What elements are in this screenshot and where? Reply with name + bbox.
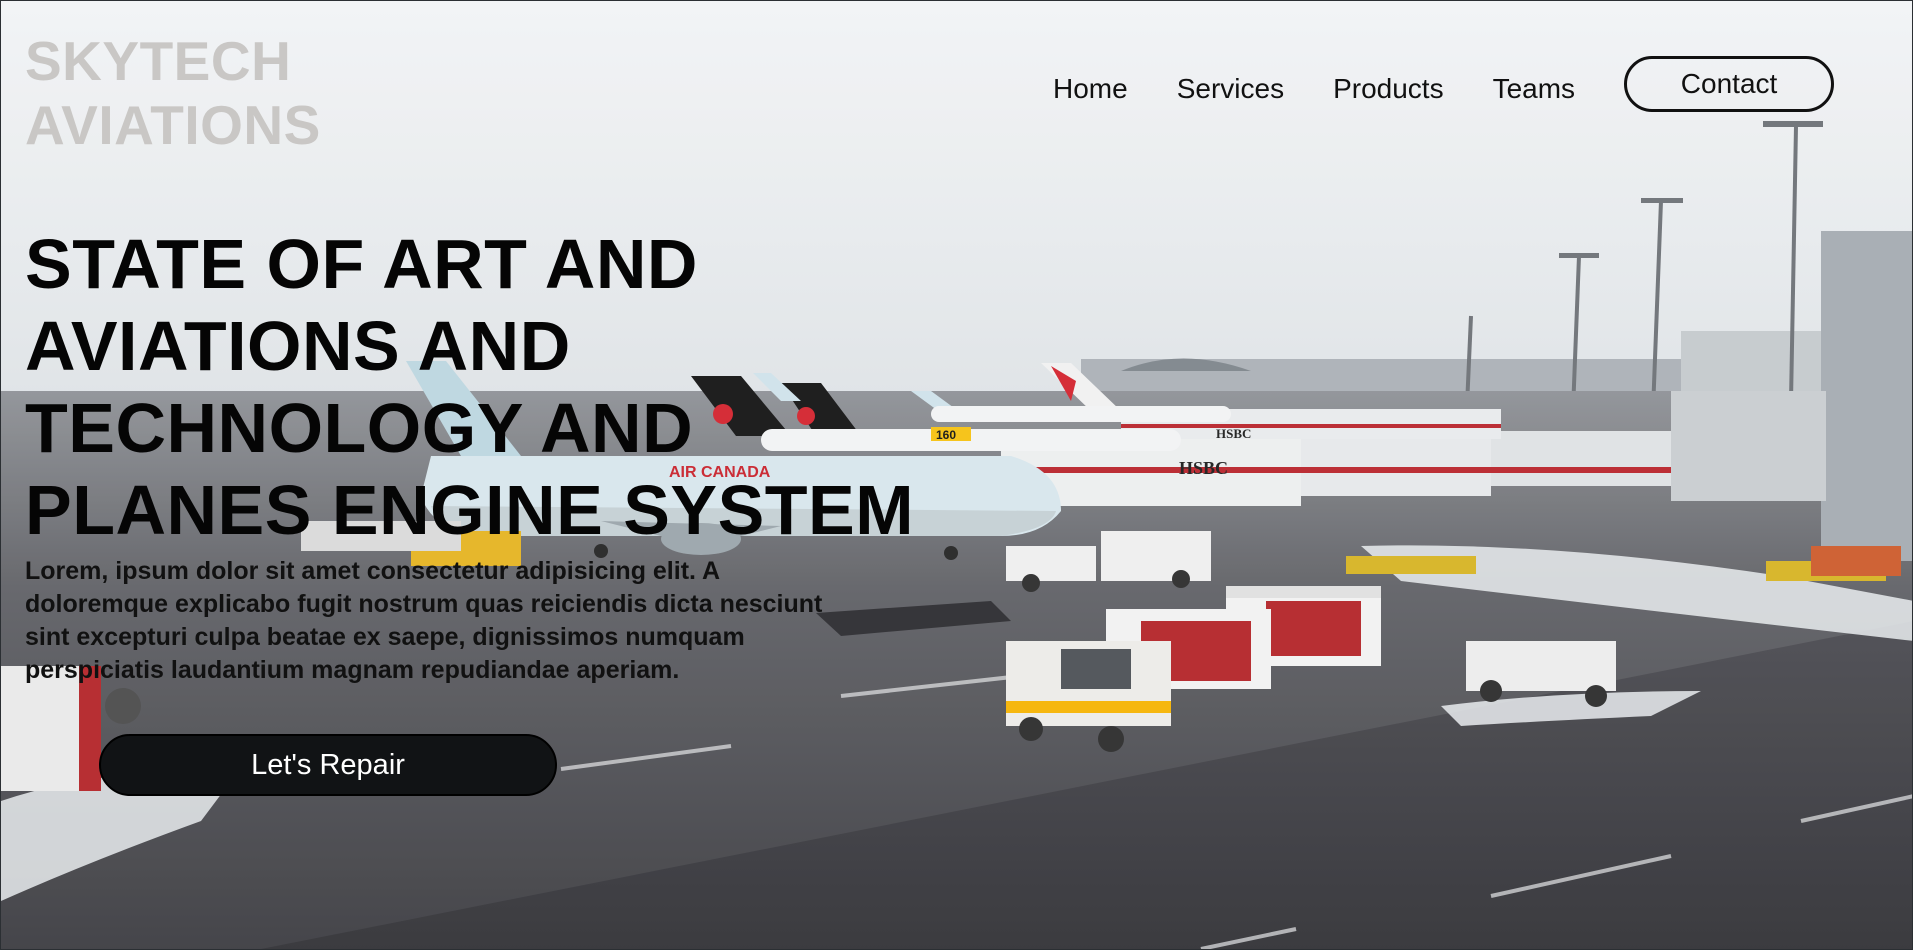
- hero-headline-line: STATE OF ART AND: [25, 225, 698, 303]
- lets-repair-button[interactable]: Let's Repair: [99, 734, 557, 796]
- hero-section: HSBC HSBC 160 AIR CANADA SKYTECH AVIATIO…: [0, 0, 1913, 950]
- nav-item-services[interactable]: Services: [1177, 73, 1284, 105]
- contact-button[interactable]: Contact: [1624, 56, 1835, 112]
- hero-description: Lorem, ipsum dolor sit amet consectetur …: [25, 555, 985, 687]
- nav-item-products[interactable]: Products: [1333, 73, 1444, 105]
- hero-headline-line: AVIATIONS AND: [25, 307, 571, 385]
- hero-headline-line: TECHNOLOGY AND: [25, 389, 694, 467]
- hero-headline-line: PLANES ENGINE SYSTEM: [25, 471, 915, 549]
- hero-description-line: sint excepturi culpa beatae ex saepe, di…: [25, 623, 745, 651]
- main-navigation: Home Services Products Teams Contact: [1053, 56, 1835, 112]
- nav-item-teams[interactable]: Teams: [1493, 73, 1575, 105]
- hero-description-line: perspiciatis laudantium magnam repudiand…: [25, 656, 680, 684]
- nav-item-home[interactable]: Home: [1053, 73, 1128, 105]
- brand-logo[interactable]: SKYTECH AVIATIONS: [25, 29, 321, 157]
- hero-description-line: Lorem, ipsum dolor sit amet consectetur …: [25, 557, 721, 585]
- brand-name-line-2: AVIATIONS: [25, 94, 321, 156]
- hero-description-line: doloremque explicabo fugit nostrum quas …: [25, 590, 823, 618]
- brand-name-line-1: SKYTECH: [25, 30, 292, 92]
- hero-headline: STATE OF ART AND AVIATIONS AND TECHNOLOG…: [25, 223, 965, 551]
